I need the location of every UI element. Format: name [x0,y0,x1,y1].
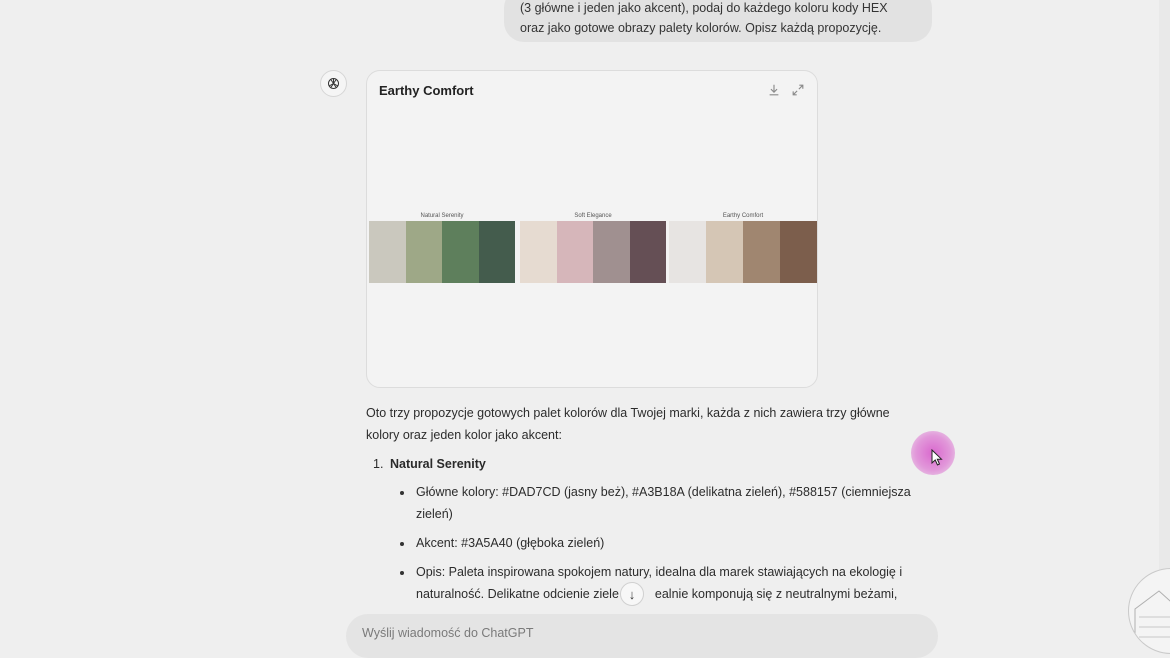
bullet-line: Główne kolory: #DAD7CD (jasny beż), #A3B… [416,485,911,499]
bullet-dot [400,491,404,495]
bullet-line: Akcent: #3A5A40 (głęboka zieleń) [416,536,605,550]
color-swatch [629,221,666,283]
color-swatch [520,221,557,283]
palette-soft-elegance: Soft Elegance [520,212,666,284]
color-swatch [405,221,442,283]
color-swatch [556,221,593,283]
palette-label: Natural Serenity [420,213,464,219]
list-number: 1. [373,457,384,471]
palette-natural-serenity: Natural Serenity [369,212,515,284]
assistant-intro-line: kolory oraz jeden kolor jako akcent: [366,428,562,442]
palette-earthy-comfort: Earthy Comfort [669,212,817,284]
bullet-line: zieleń) [416,507,453,521]
image-title: Earthy Comfort [379,83,474,98]
color-swatch [478,221,515,283]
user-message-bubble: (3 główne i jeden jako akcent), podaj do… [504,0,932,42]
palette-image: Natural Serenity Soft Elegance Earthy Co… [369,212,817,284]
bullet-line: Opis: Paleta inspirowana spokojem natury… [416,565,903,579]
user-message-line: oraz jako gotowe obrazy palety kolorów. … [520,21,882,35]
webcam-overlay [1128,568,1170,654]
bullet-description: Opis: Paleta inspirowana spokojem natury… [416,561,916,605]
assistant-intro-line: Oto trzy propozycje gotowych palet kolor… [366,406,890,420]
bullet-line-part: ealnie komponują się z neutralnymi beżam… [654,587,898,601]
scroll-down-glyph: ↓ [628,586,636,602]
message-composer[interactable] [346,614,938,658]
color-swatch [369,221,406,283]
mouse-pointer-icon [931,448,943,471]
color-swatch [593,221,630,283]
user-message-line: (3 główne i jeden jako akcent), podaj do… [520,1,888,15]
list-title: Natural Serenity [390,457,486,471]
bullet-dot [400,542,404,546]
bullet-main-colors: Główne kolory: #DAD7CD (jasny beż), #A3B… [416,481,916,525]
openai-logo-icon [320,70,347,97]
arrow-down-icon[interactable]: ↓ [620,582,644,606]
palette-label: Soft Elegance [574,213,612,219]
bullet-accent: Akcent: #3A5A40 (głęboka zieleń) [416,532,916,554]
color-swatch [780,221,817,283]
color-swatch [442,221,479,283]
palette-label: Earthy Comfort [722,213,764,219]
color-swatch [743,221,780,283]
color-swatch [706,221,743,283]
color-swatch [669,221,706,283]
bullet-dot [400,571,404,575]
window-edge [1159,0,1170,635]
bullet-line-part: naturalność. Delikatne odcienie ziele [416,587,619,601]
bullet-line: naturalność. Delikatne odcienie ziele eal… [416,583,916,605]
download-icon[interactable] [767,83,783,99]
generated-image-card[interactable]: Earthy Comfort Natural Serenity Soft Ele… [366,70,818,388]
message-input[interactable] [360,625,928,641]
expand-icon[interactable] [791,83,807,99]
